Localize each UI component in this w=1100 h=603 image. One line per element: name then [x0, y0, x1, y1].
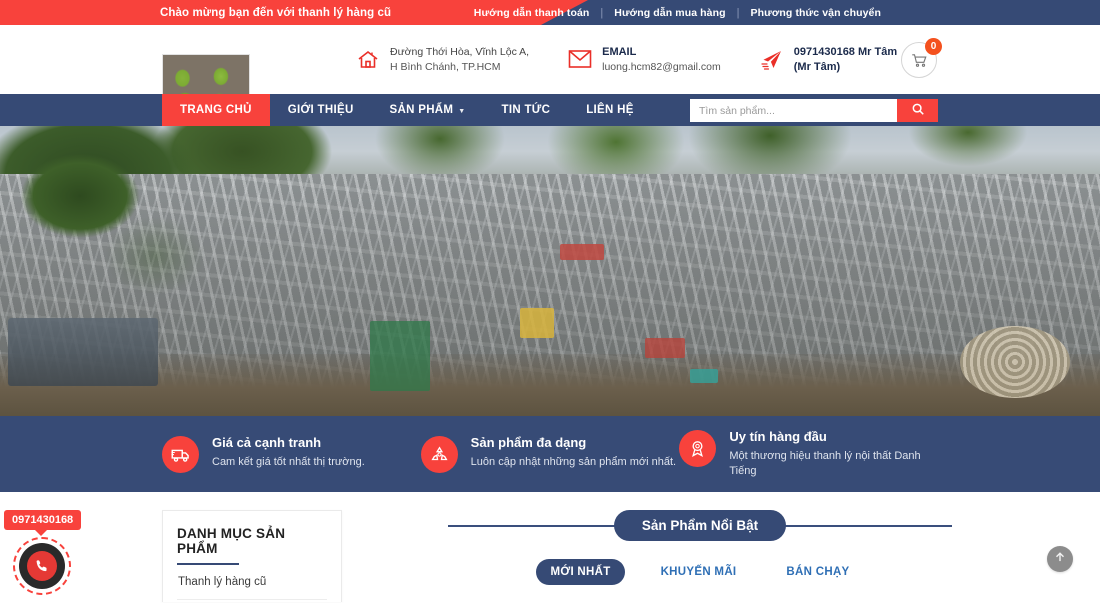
nav-item-home-label: TRANG CHỦ — [180, 104, 252, 116]
contact-phone: 0971430168 Mr Tâm (Mr Tâm) — [759, 45, 897, 75]
header-contact-row: Đường Thới Hòa, Vĩnh Lộc A, H Bình Chánh… — [355, 25, 897, 94]
call-button[interactable] — [19, 543, 65, 589]
page-root: Chào mừng bạn đến với thanh lý hàng cũ H… — [0, 0, 1100, 603]
hero-detail-green — [370, 321, 430, 391]
hero-detail-yellow — [520, 308, 554, 338]
main-content: DANH MỤC SẢN PHẨM Thanh lý hàng cũ Thanh… — [0, 492, 1100, 602]
hero-ground — [0, 354, 1100, 416]
feature-competitive-price-text: Giá cả cạnh tranh Cam kết giá tốt nhất t… — [212, 435, 365, 470]
nav-items: TRANG CHỦ GIỚI THIỆU SẢN PHẨM ▼ TIN TỨC … — [162, 94, 652, 126]
sidebar-title: DANH MỤC SẢN PHẨM — [177, 511, 327, 565]
featured-products-section: Sản Phẩm Nổi Bật MỚI NHẤT KHUYẾN MÃI BÁN… — [360, 509, 1040, 585]
feature-bar-inner: Giá cả cạnh tranh Cam kết giá tốt nhất t… — [162, 416, 938, 492]
hero-detail-teal — [690, 369, 718, 383]
feature-diverse-products: Sản phẩm đa dạng Luôn cập nhật những sản… — [420, 435, 680, 473]
hero-detail-red-1 — [560, 244, 604, 260]
welcome-text: Chào mừng bạn đến với thanh lý hàng cũ — [160, 6, 392, 19]
nav-item-products[interactable]: SẢN PHẨM ▼ — [372, 94, 484, 126]
email-value[interactable]: luong.hcm82@gmail.com — [602, 60, 721, 74]
contact-phone-text: 0971430168 Mr Tâm (Mr Tâm) — [794, 45, 897, 75]
address-line-2: H Bình Chánh, TP.HCM — [390, 60, 501, 73]
nav-item-news[interactable]: TIN TỨC — [484, 94, 569, 126]
section-header: Sản Phẩm Nổi Bật — [360, 509, 1040, 541]
feature-competitive-price: Giá cả cạnh tranh Cam kết giá tốt nhất t… — [162, 435, 421, 473]
address-line-1: Đường Thới Hòa, Vĩnh Lộc A, — [390, 46, 530, 59]
nav-item-home[interactable]: TRANG CHỦ — [162, 94, 270, 126]
nav-item-contact[interactable]: LIÊN HỆ — [568, 94, 651, 126]
search-button[interactable] — [897, 99, 938, 122]
award-badge-icon — [679, 430, 717, 468]
tab-promotion[interactable]: KHUYẾN MÃI — [647, 559, 751, 585]
nav-item-news-label: TIN TỨC — [501, 104, 551, 116]
search-icon — [911, 102, 925, 119]
contact-address-text: Đường Thới Hòa, Vĩnh Lộc A, H Bình Chánh… — [390, 45, 529, 73]
feature-title-3: Uy tín hàng đầu — [729, 429, 827, 445]
product-category-sidebar: DANH MỤC SẢN PHẨM Thanh lý hàng cũ Thanh… — [162, 510, 342, 602]
recycle-icon — [420, 436, 458, 473]
phone-number[interactable]: 0971430168 Mr Tâm — [794, 45, 897, 60]
top-announcement-bar: Chào mừng bạn đến với thanh lý hàng cũ H… — [0, 0, 1100, 25]
tab-bestseller[interactable]: BÁN CHẠY — [772, 559, 863, 585]
search-input[interactable] — [690, 99, 897, 122]
cart-button[interactable]: 0 — [901, 38, 942, 78]
topbar-link-shipping-method[interactable]: Phương thức vận chuyển — [740, 7, 892, 19]
product-search — [690, 99, 938, 122]
delivery-truck-icon — [162, 436, 199, 473]
contact-email: EMAIL luong.hcm82@gmail.com — [567, 45, 721, 74]
feature-desc-1: Cam kết giá tốt nhất thị trường. — [212, 455, 365, 468]
section-title: Sản Phẩm Nổi Bật — [613, 509, 787, 541]
paper-plane-icon — [759, 47, 785, 73]
sidebar-item-thanh-ly-nha-hang[interactable]: Thanh lý nhà hàng — [177, 600, 327, 602]
topbar-link-buying-guide[interactable]: Hướng dẫn mua hàng — [603, 7, 736, 19]
hero-detail-coil — [960, 326, 1070, 398]
nav-item-products-label: SẢN PHẨM — [389, 104, 454, 116]
call-widget-number[interactable]: 0971430168 — [4, 510, 82, 536]
nav-item-about[interactable]: GIỚI THIỆU — [270, 94, 372, 126]
contact-email-text: EMAIL luong.hcm82@gmail.com — [602, 45, 721, 74]
phone-contact-name: (Mr Tâm) — [793, 60, 841, 73]
envelope-icon — [567, 46, 593, 72]
topbar-links: Hướng dẫn thanh toán | Hướng dẫn mua hàn… — [463, 0, 1100, 25]
feature-desc-2: Luôn cập nhật những sản phẩm mới nhất. — [470, 455, 677, 468]
feature-desc-3: Một thương hiệu thanh lý nội thất Danh T… — [729, 450, 921, 477]
hero-foliage-left — [0, 146, 290, 346]
phone-icon — [27, 551, 57, 581]
chevron-down-icon: ▼ — [458, 107, 466, 115]
arrow-up-icon — [1053, 550, 1067, 569]
main-navigation: TRANG CHỦ GIỚI THIỆU SẢN PHẨM ▼ TIN TỨC … — [0, 94, 1100, 126]
feature-bar: Giá cả cạnh tranh Cam kết giá tốt nhất t… — [0, 416, 1100, 492]
nav-item-about-label: GIỚI THIỆU — [287, 104, 354, 116]
hero-banner-image[interactable] — [0, 126, 1100, 416]
floating-call-widget[interactable]: 0971430168 — [4, 510, 82, 600]
cart-count-badge: 0 — [925, 38, 942, 55]
product-tabs: MỚI NHẤT KHUYẾN MÃI BÁN CHẠY — [360, 559, 1040, 585]
feature-title-2: Sản phẩm đa dạng — [470, 435, 587, 450]
hero-detail-red-2 — [645, 338, 685, 358]
feature-top-reputation-text: Uy tín hàng đầu Một thương hiệu thanh lý… — [729, 429, 938, 479]
email-label: EMAIL — [602, 45, 637, 58]
topbar-link-payment-guide[interactable]: Hướng dẫn thanh toán — [463, 7, 601, 19]
feature-diverse-products-text: Sản phẩm đa dạng Luôn cập nhật những sản… — [471, 435, 676, 470]
tab-newest[interactable]: MỚI NHẤT — [536, 559, 625, 585]
nav-item-contact-label: LIÊN HỆ — [586, 104, 634, 116]
home-icon — [355, 47, 381, 73]
contact-address: Đường Thới Hòa, Vĩnh Lộc A, H Bình Chánh… — [355, 45, 529, 73]
feature-top-reputation: Uy tín hàng đầu Một thương hiệu thanh lý… — [679, 429, 938, 479]
site-header: Đường Thới Hòa, Vĩnh Lộc A, H Bình Chánh… — [0, 25, 1100, 116]
feature-title-1: Giá cả cạnh tranh — [212, 435, 322, 450]
hero-truck — [8, 318, 158, 386]
sidebar-item-thanh-ly-hang-cu[interactable]: Thanh lý hàng cũ — [177, 565, 327, 600]
scroll-to-top-button[interactable] — [1047, 546, 1073, 572]
